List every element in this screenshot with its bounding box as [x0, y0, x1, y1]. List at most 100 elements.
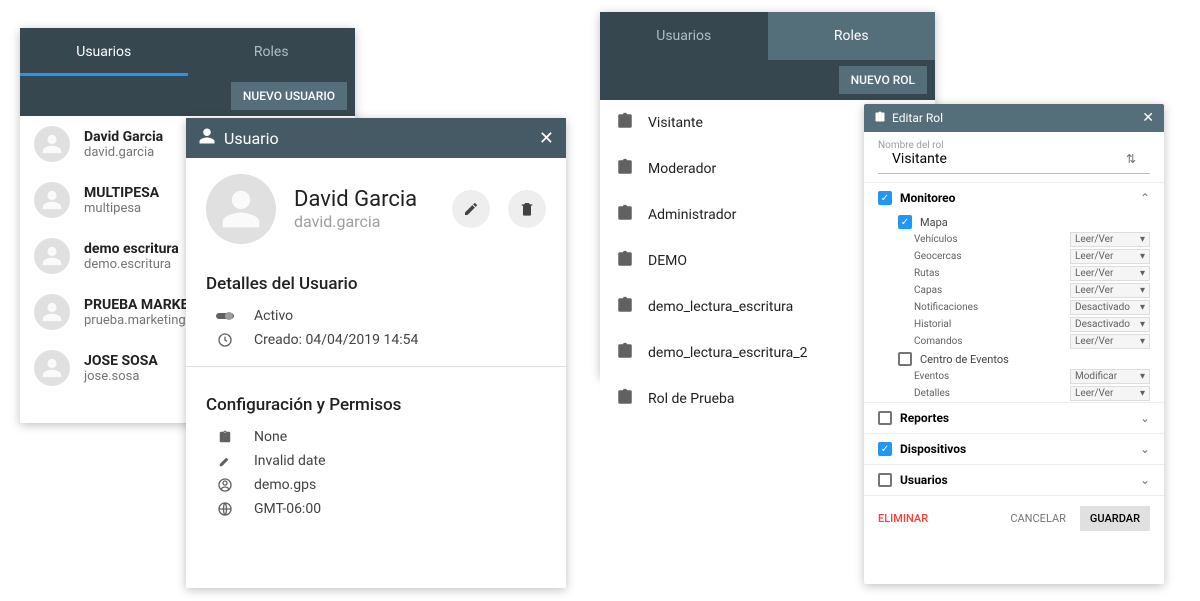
perm-row: RutasLeer/Ver▾	[864, 265, 1164, 282]
tab-roles[interactable]: Roles	[768, 12, 936, 60]
user-name: MULTIPESA	[84, 185, 159, 201]
user-sub: demo.escritura	[84, 257, 179, 272]
chevron-down-icon: ⌄	[1140, 473, 1150, 487]
badge-icon	[616, 342, 634, 364]
delete-button[interactable]: ELIMINAR	[878, 512, 928, 525]
subsection-mapa[interactable]: ✓Mapa	[864, 213, 1164, 231]
role-name: Visitante	[648, 115, 703, 131]
role-name: Moderador	[648, 161, 716, 177]
checkbox-icon[interactable]: ✓	[878, 442, 892, 456]
edit-role-panel: Editar Rol ✕ Nombre del rol Visitante⇅ ✓…	[864, 104, 1164, 584]
created-row: Creado: 04/04/2019 14:54	[186, 328, 566, 352]
globe-icon	[216, 501, 234, 517]
user-modal: Usuario ✕ David Garcia david.garcia Deta…	[186, 118, 566, 588]
perm-select[interactable]: Leer/Ver▾	[1070, 266, 1150, 281]
checkbox-icon[interactable]: ✓	[898, 215, 912, 229]
save-button[interactable]: GUARDAR	[1080, 506, 1150, 531]
badge-icon	[616, 112, 634, 134]
tz-value: GMT-06:00	[254, 501, 321, 517]
perm-label: Comandos	[914, 336, 1070, 347]
person-circle-icon	[216, 477, 234, 493]
tab-usuarios[interactable]: Usuarios	[20, 28, 188, 76]
avatar	[34, 182, 70, 218]
new-user-button[interactable]: NUEVO USUARIO	[231, 82, 347, 110]
config-title: Configuración y Permisos	[186, 381, 566, 425]
profile-name: David Garcia	[294, 187, 434, 212]
action-row: NUEVO ROL	[600, 60, 935, 100]
badge-icon	[616, 204, 634, 226]
chevron-up-icon: ⌃	[1140, 191, 1150, 205]
perm-select[interactable]: Leer/Ver▾	[1070, 386, 1150, 401]
section-dispositivos[interactable]: ✓Dispositivos⌄	[864, 433, 1164, 464]
section-reportes[interactable]: Reportes ⌄	[864, 402, 1164, 433]
perm-select[interactable]: Leer/Ver▾	[1070, 249, 1150, 264]
subsection-centro[interactable]: Centro de Eventos	[864, 350, 1164, 368]
perm-row: GeocercasLeer/Ver▾	[864, 248, 1164, 265]
edit-button[interactable]	[452, 190, 490, 228]
chevron-down-icon: ⌄	[1140, 411, 1150, 425]
tabbar: Usuarios Roles	[20, 28, 355, 76]
tab-usuarios[interactable]: Usuarios	[600, 12, 768, 60]
section-label: Usuarios	[900, 473, 948, 487]
perm-label: Notificaciones	[914, 302, 1070, 313]
close-icon[interactable]: ✕	[1142, 110, 1154, 126]
delete-button[interactable]	[508, 190, 546, 228]
pencil-icon	[216, 454, 234, 468]
checkbox-icon[interactable]	[878, 473, 892, 487]
avatar	[34, 350, 70, 386]
perm-select[interactable]: Modificar▾	[1070, 369, 1150, 384]
perm-label: Vehículos	[914, 234, 1070, 245]
sort-icon: ⇅	[1126, 152, 1136, 166]
details-title: Detalles del Usuario	[186, 260, 566, 304]
perm-label: Detalles	[914, 388, 1070, 399]
badge-icon	[874, 111, 886, 126]
badge-icon	[616, 250, 634, 272]
badge-icon	[616, 158, 634, 180]
role-row: None	[186, 425, 566, 449]
badge-icon	[616, 296, 634, 318]
new-role-button[interactable]: NUEVO ROL	[839, 66, 927, 94]
toggle-icon	[216, 311, 234, 321]
user-sub: jose.sosa	[84, 369, 158, 384]
perm-row: DetallesLeer/Ver▾	[864, 385, 1164, 402]
avatar	[34, 126, 70, 162]
role-name-field[interactable]: Visitante⇅	[878, 151, 1150, 174]
section-label: Dispositivos	[900, 442, 966, 456]
profile-row: David Garcia david.garcia	[186, 158, 566, 260]
perm-select[interactable]: Leer/Ver▾	[1070, 334, 1150, 349]
cancel-button[interactable]: CANCELAR	[1010, 512, 1066, 525]
section-label: Reportes	[900, 411, 949, 425]
domain-row: demo.gps	[186, 473, 566, 497]
perm-select[interactable]: Leer/Ver▾	[1070, 232, 1150, 247]
checkbox-icon[interactable]	[878, 411, 892, 425]
perm-select[interactable]: Desactivado▾	[1070, 317, 1150, 332]
perm-label: Historial	[914, 319, 1070, 330]
field-label: Nombre del rol	[864, 132, 1164, 151]
avatar	[206, 174, 276, 244]
close-icon[interactable]: ✕	[539, 128, 554, 149]
perm-select[interactable]: Desactivado▾	[1070, 300, 1150, 315]
perm-select[interactable]: Leer/Ver▾	[1070, 283, 1150, 298]
avatar	[34, 294, 70, 330]
role-name: Administrador	[648, 207, 736, 223]
role-name: DEMO	[648, 253, 687, 269]
tabbar: Usuarios Roles	[600, 12, 935, 60]
section-label: Monitoreo	[900, 191, 955, 205]
perm-label: Eventos	[914, 371, 1070, 382]
user-name: David Garcia	[84, 129, 163, 145]
checkbox-icon[interactable]	[898, 352, 912, 366]
section-usuarios[interactable]: Usuarios ⌄	[864, 464, 1164, 495]
date-value: Invalid date	[254, 453, 326, 469]
badge-icon	[616, 388, 634, 410]
profile-username: david.garcia	[294, 212, 434, 231]
person-icon	[198, 127, 216, 149]
checkbox-icon[interactable]: ✓	[878, 191, 892, 205]
role-name: demo_lectura_escritura_2	[648, 345, 807, 361]
action-row: NUEVO USUARIO	[20, 76, 355, 116]
tab-roles[interactable]: Roles	[188, 28, 356, 76]
user-sub: david.garcia	[84, 145, 163, 160]
section-monitoreo[interactable]: ✓ Monitoreo ⌃	[864, 182, 1164, 213]
clock-icon	[216, 332, 234, 348]
role-name: Rol de Prueba	[648, 391, 734, 407]
status-row: Activo	[186, 304, 566, 328]
